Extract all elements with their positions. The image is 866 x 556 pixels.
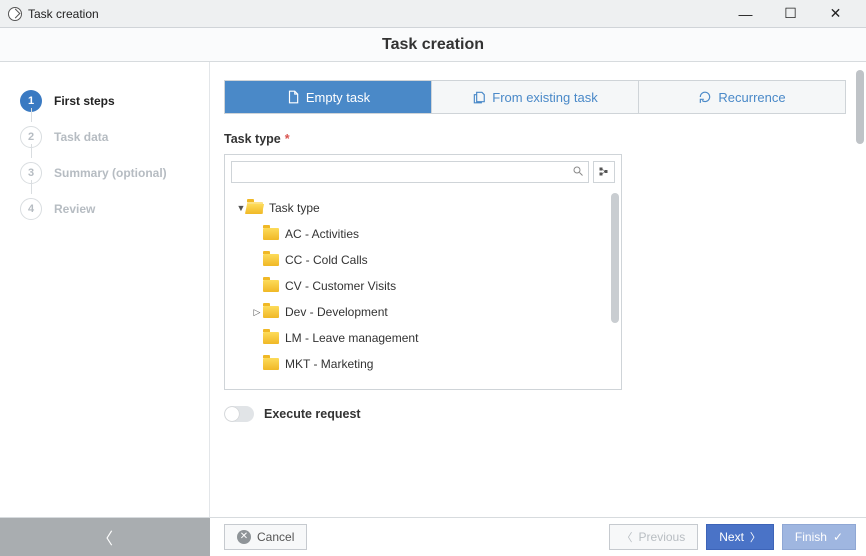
- button-label: Previous: [639, 530, 686, 544]
- tree-expand-button[interactable]: [593, 161, 615, 183]
- folder-icon: [263, 280, 279, 292]
- step-label: Review: [54, 202, 95, 216]
- tree-search-input[interactable]: [232, 162, 588, 182]
- tree-root[interactable]: ▼ Task type: [225, 195, 621, 221]
- button-label: Cancel: [257, 530, 294, 544]
- folder-icon: [263, 332, 279, 344]
- tree-node-label: CV - Customer Visits: [285, 279, 396, 293]
- content-area: Empty task From existing task Recurrence…: [210, 62, 866, 517]
- tree-node-label: AC - Activities: [285, 227, 359, 241]
- tree-item-customer-visits[interactable]: CV - Customer Visits: [225, 273, 621, 299]
- tab-recurrence[interactable]: Recurrence: [638, 81, 845, 113]
- back-pane-button[interactable]: 〈: [0, 518, 210, 556]
- window-title: Task creation: [28, 7, 99, 21]
- page-title: Task creation: [382, 36, 484, 54]
- content-scrollbar[interactable]: [856, 70, 864, 144]
- step-label: First steps: [54, 94, 115, 108]
- page-header: Task creation: [0, 28, 866, 62]
- required-asterisk: *: [285, 132, 290, 146]
- next-button[interactable]: Next 〉: [706, 524, 774, 550]
- tree-toolbar: [225, 155, 621, 189]
- button-label: Finish: [795, 530, 827, 544]
- tree-node-label: CC - Cold Calls: [285, 253, 368, 267]
- step-label: Summary (optional): [54, 166, 167, 180]
- folder-icon: [263, 358, 279, 370]
- step-label: Task data: [54, 130, 108, 144]
- tree-node-label: Dev - Development: [285, 305, 388, 319]
- folder-icon: [263, 306, 279, 318]
- footer-actions: ✕ Cancel 〈 Previous Next 〉 Finish ✓: [210, 524, 856, 550]
- maximize-button[interactable]: ☐: [768, 0, 813, 28]
- label-text: Task type: [224, 132, 281, 146]
- main-area: 1 First steps 2 Task data 3 Summary (opt…: [0, 62, 866, 517]
- chevron-right-icon: 〉: [750, 529, 761, 545]
- button-label: Next: [719, 530, 744, 544]
- tab-empty-task[interactable]: Empty task: [225, 81, 431, 113]
- search-icon[interactable]: [572, 165, 584, 180]
- tree-body: ▼ Task type AC - Activities CC - Cold Ca…: [225, 189, 621, 389]
- tab-label: Empty task: [306, 90, 370, 105]
- caret-right-icon[interactable]: ▷: [251, 307, 263, 318]
- tree-search-box: [231, 161, 589, 183]
- tab-label: From existing task: [492, 90, 597, 105]
- tree-node-label: LM - Leave management: [285, 331, 418, 345]
- step-connector: [31, 180, 33, 194]
- folder-icon: [263, 228, 279, 240]
- cancel-button[interactable]: ✕ Cancel: [224, 524, 307, 550]
- tree-item-activities[interactable]: AC - Activities: [225, 221, 621, 247]
- window-controls: — ☐ ✕: [723, 0, 858, 28]
- tree-item-development[interactable]: ▷ Dev - Development: [225, 299, 621, 325]
- copy-icon: [472, 90, 486, 104]
- execute-request-row: Execute request: [224, 406, 846, 422]
- step-task-data[interactable]: 2 Task data: [20, 122, 209, 152]
- execute-request-label: Execute request: [264, 407, 361, 421]
- wizard-steps-sidebar: 1 First steps 2 Task data 3 Summary (opt…: [0, 62, 210, 517]
- file-icon: [286, 90, 300, 104]
- tree-item-leave-management[interactable]: LM - Leave management: [225, 325, 621, 351]
- step-first-steps[interactable]: 1 First steps: [20, 86, 209, 116]
- check-icon: ✓: [833, 530, 843, 544]
- task-type-panel: ▼ Task type AC - Activities CC - Cold Ca…: [224, 154, 622, 390]
- refresh-icon: [698, 90, 712, 104]
- tree-item-marketing[interactable]: MKT - Marketing: [225, 351, 621, 377]
- chevron-left-icon: 〈: [97, 525, 113, 549]
- step-connector: [31, 108, 33, 122]
- previous-button[interactable]: 〈 Previous: [609, 524, 699, 550]
- chevron-left-icon: 〈: [622, 529, 633, 545]
- close-button[interactable]: ✕: [813, 0, 858, 28]
- step-number: 4: [20, 198, 42, 220]
- tree-item-cold-calls[interactable]: CC - Cold Calls: [225, 247, 621, 273]
- minimize-button[interactable]: —: [723, 0, 768, 28]
- task-type-label: Task type *: [224, 132, 846, 146]
- app-icon: [8, 7, 22, 21]
- folder-open-icon: [247, 202, 263, 214]
- source-tabs: Empty task From existing task Recurrence: [224, 80, 846, 114]
- tree-node-label: Task type: [269, 201, 320, 215]
- finish-button[interactable]: Finish ✓: [782, 524, 856, 550]
- tree-scrollbar[interactable]: [611, 193, 619, 323]
- step-connector: [31, 144, 33, 158]
- tab-from-existing[interactable]: From existing task: [431, 81, 638, 113]
- title-bar: Task creation — ☐ ✕: [0, 0, 866, 28]
- step-summary[interactable]: 3 Summary (optional): [20, 158, 209, 188]
- tree-node-label: MKT - Marketing: [285, 357, 373, 371]
- footer: 〈 ✕ Cancel 〈 Previous Next 〉 Finish ✓: [0, 517, 866, 555]
- cancel-icon: ✕: [237, 530, 251, 544]
- tab-label: Recurrence: [718, 90, 785, 105]
- execute-request-toggle[interactable]: [224, 406, 254, 422]
- folder-icon: [263, 254, 279, 266]
- step-review[interactable]: 4 Review: [20, 194, 209, 224]
